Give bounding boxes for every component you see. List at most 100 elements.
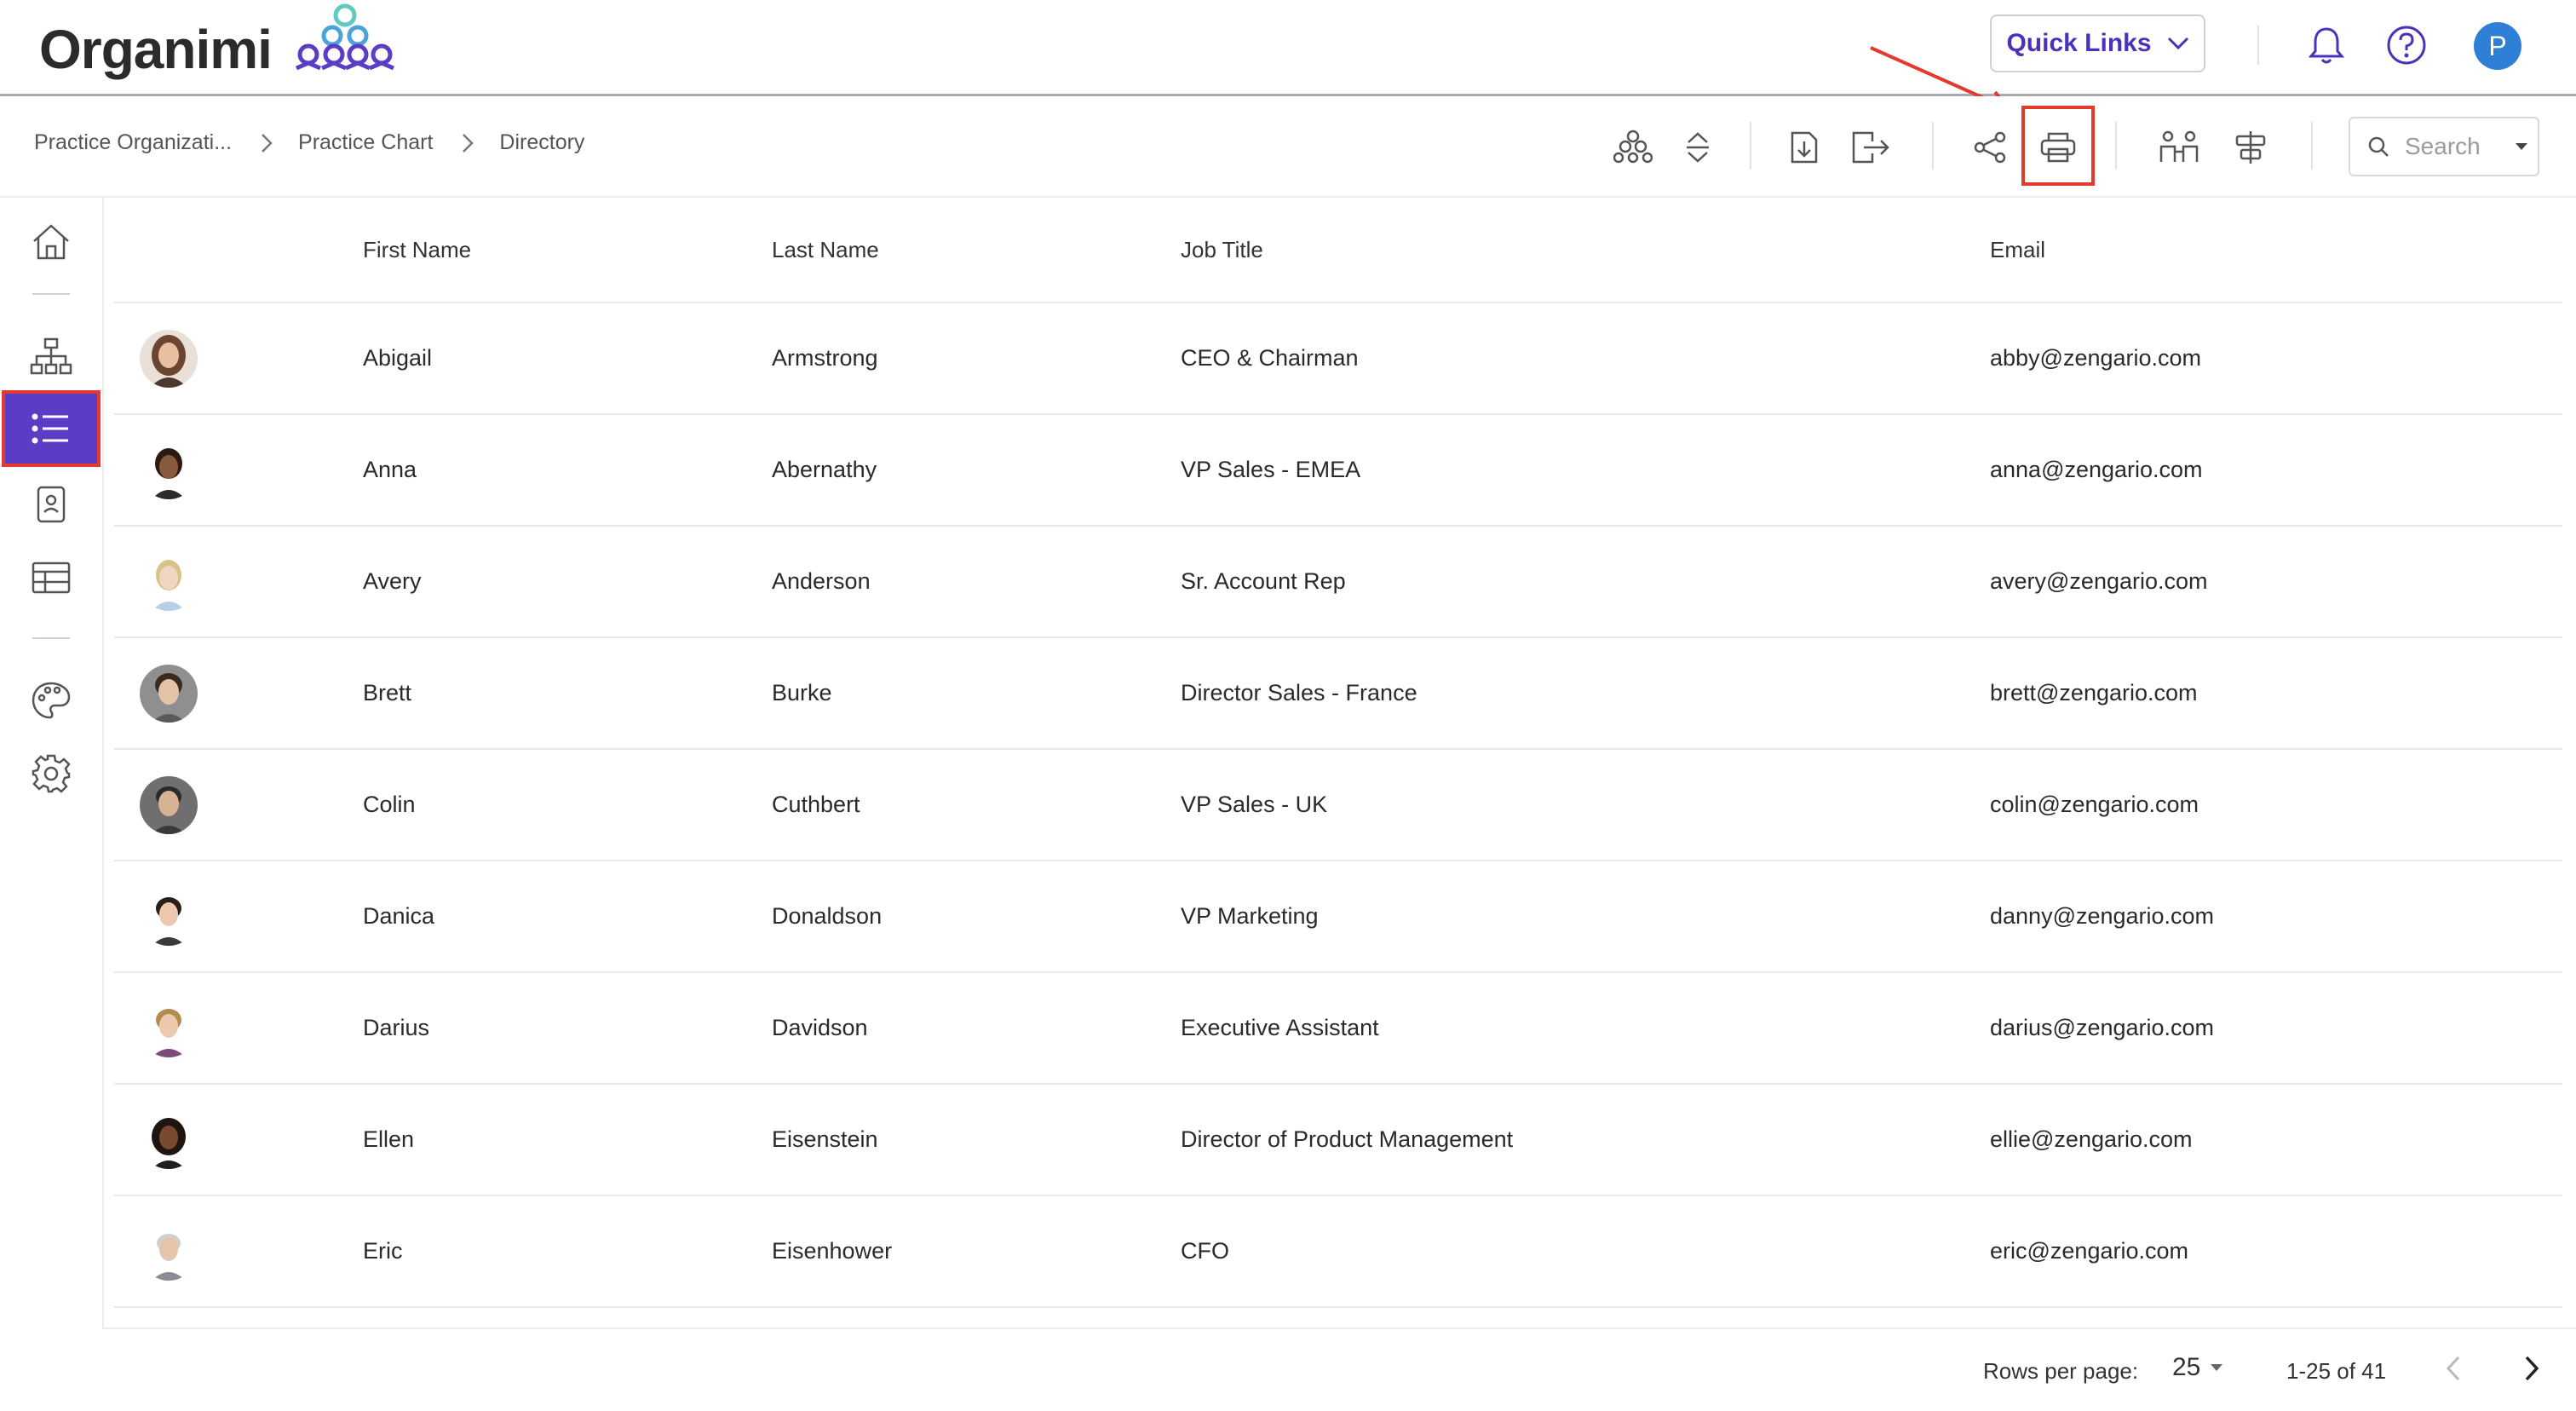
- sidebar-item-settings[interactable]: [17, 740, 85, 808]
- top-header: Organimi Quick Links P: [0, 0, 2576, 96]
- sidebar-divider: [32, 637, 70, 639]
- export-icon[interactable]: [1845, 122, 1896, 173]
- first-name-cell: Darius: [363, 972, 772, 1085]
- sidebar-item-home[interactable]: [17, 208, 85, 276]
- breadcrumb-chart[interactable]: Practice Chart: [298, 130, 433, 155]
- first-name-cell: Eric: [363, 1195, 772, 1308]
- avatar: [140, 1222, 198, 1281]
- table-row[interactable]: Ellen Eisenstein Director of Product Man…: [114, 1084, 2562, 1196]
- last-name-cell: Abernathy: [772, 414, 1181, 527]
- bell-icon[interactable]: [2309, 26, 2344, 65]
- email-cell: ellie@zengario.com: [1990, 1084, 2562, 1196]
- sidebar-item-org-chart[interactable]: [17, 322, 85, 390]
- list-icon: [31, 412, 72, 446]
- last-name-cell: Anderson: [772, 526, 1181, 638]
- directory-table-container: First Name Last Name Job Title Email Abi…: [114, 198, 2562, 1326]
- toolbar-divider: [1750, 122, 1751, 170]
- table-row[interactable]: Colin Cuthbert VP Sales - UK colin@zenga…: [114, 749, 2562, 861]
- next-page-button[interactable]: [2523, 1355, 2540, 1382]
- table-header-row: First Name Last Name Job Title Email: [114, 198, 2562, 303]
- first-name-cell: Danica: [363, 861, 772, 973]
- table-row[interactable]: Anna Abernathy VP Sales - EMEA anna@zeng…: [114, 414, 2562, 527]
- column-header-photo: [114, 198, 363, 303]
- directory-table: First Name Last Name Job Title Email Abi…: [114, 198, 2562, 1308]
- quick-links-label: Quick Links: [2006, 29, 2152, 57]
- share-icon[interactable]: [1964, 122, 2015, 173]
- sidebar: [0, 198, 104, 1409]
- table-row[interactable]: Danica Donaldson VP Marketing danny@zeng…: [114, 861, 2562, 973]
- email-cell: danny@zengario.com: [1990, 861, 2562, 973]
- last-name-cell: Burke: [772, 637, 1181, 750]
- last-name-cell: Eisenstein: [772, 1084, 1181, 1196]
- job-title-cell: Director Sales - France: [1181, 637, 1990, 750]
- people-icon[interactable]: [2153, 122, 2205, 173]
- last-name-cell: Donaldson: [772, 861, 1181, 973]
- email-cell: avery@zengario.com: [1990, 526, 2562, 638]
- rows-per-page-select[interactable]: 25: [2172, 1353, 2224, 1382]
- column-header-email[interactable]: Email: [1990, 198, 2562, 303]
- sidebar-item-table[interactable]: [17, 544, 85, 612]
- rows-per-page-value: 25: [2172, 1353, 2201, 1381]
- home-icon: [31, 222, 72, 262]
- sidebar-item-directory[interactable]: [2, 390, 101, 467]
- email-cell: colin@zengario.com: [1990, 749, 2562, 861]
- avatar: [140, 552, 198, 611]
- avatar: [140, 441, 198, 499]
- column-header-last-name[interactable]: Last Name: [772, 198, 1181, 303]
- first-name-cell: Abigail: [363, 302, 772, 415]
- logo-icon: [290, 2, 400, 72]
- caret-down-icon: [2209, 1362, 2224, 1373]
- table-row[interactable]: Darius Davidson Executive Assistant dari…: [114, 972, 2562, 1085]
- job-title-cell: VP Sales - UK: [1181, 749, 1990, 861]
- breadcrumb: Practice Organizati... Practice Chart Di…: [34, 130, 584, 155]
- sidebar-item-theme[interactable]: [17, 666, 85, 734]
- table-row[interactable]: Brett Burke Director Sales - France bret…: [114, 637, 2562, 750]
- last-name-cell: Eisenhower: [772, 1195, 1181, 1308]
- caret-down-icon[interactable]: [2514, 141, 2529, 152]
- rows-per-page-label: Rows per page:: [1983, 1358, 2139, 1384]
- email-cell: anna@zengario.com: [1990, 414, 2562, 527]
- chevron-right-icon: [261, 133, 273, 153]
- avatar: [140, 999, 198, 1057]
- pagination-bar: Rows per page: 25 1-25 of 41: [102, 1327, 2576, 1411]
- first-name-cell: Anna: [363, 414, 772, 527]
- column-header-job-title[interactable]: Job Title: [1181, 198, 1990, 303]
- email-cell: abby@zengario.com: [1990, 302, 2562, 415]
- toolbar-divider: [2311, 122, 2313, 170]
- job-title-cell: VP Marketing: [1181, 861, 1990, 973]
- toolbar-divider: [2115, 122, 2117, 170]
- job-title-cell: Director of Product Management: [1181, 1084, 1990, 1196]
- search-icon: [2367, 135, 2389, 158]
- align-icon[interactable]: [2225, 122, 2276, 173]
- user-avatar[interactable]: P: [2474, 22, 2521, 70]
- avatar: [140, 775, 198, 834]
- contact-card-icon: [36, 485, 66, 524]
- first-name-cell: Brett: [363, 637, 772, 750]
- org-chart-view-icon[interactable]: [1607, 122, 1659, 173]
- job-title-cell: VP Sales - EMEA: [1181, 414, 1990, 527]
- chevron-down-icon: [2167, 37, 2189, 50]
- import-icon[interactable]: [1779, 122, 1830, 173]
- avatar: [140, 329, 198, 388]
- last-name-cell: Armstrong: [772, 302, 1181, 415]
- email-cell: brett@zengario.com: [1990, 637, 2562, 750]
- avatar: [140, 1110, 198, 1169]
- first-name-cell: Avery: [363, 526, 772, 638]
- table-row[interactable]: Avery Anderson Sr. Account Rep avery@zen…: [114, 526, 2562, 638]
- page-range: 1-25 of 41: [2286, 1358, 2387, 1384]
- table-row[interactable]: Eric Eisenhower CFO eric@zengario.com: [114, 1195, 2562, 1308]
- column-header-first-name[interactable]: First Name: [363, 198, 772, 303]
- search-input[interactable]: [2403, 132, 2500, 161]
- search-box[interactable]: [2349, 117, 2539, 176]
- toolbar-divider: [1932, 122, 1934, 170]
- table-row[interactable]: Abigail Armstrong CEO & Chairman abby@ze…: [114, 302, 2562, 415]
- help-icon[interactable]: [2385, 24, 2428, 66]
- job-title-cell: CFO: [1181, 1195, 1990, 1308]
- breadcrumb-directory: Directory: [499, 130, 585, 154]
- sidebar-item-profile[interactable]: [17, 470, 85, 538]
- breadcrumb-organization[interactable]: Practice Organizati...: [34, 130, 232, 155]
- expand-collapse-icon[interactable]: [1672, 122, 1723, 173]
- chevron-right-icon: [2523, 1355, 2540, 1382]
- previous-page-button[interactable]: [2445, 1355, 2462, 1382]
- job-title-cell: Executive Assistant: [1181, 972, 1990, 1085]
